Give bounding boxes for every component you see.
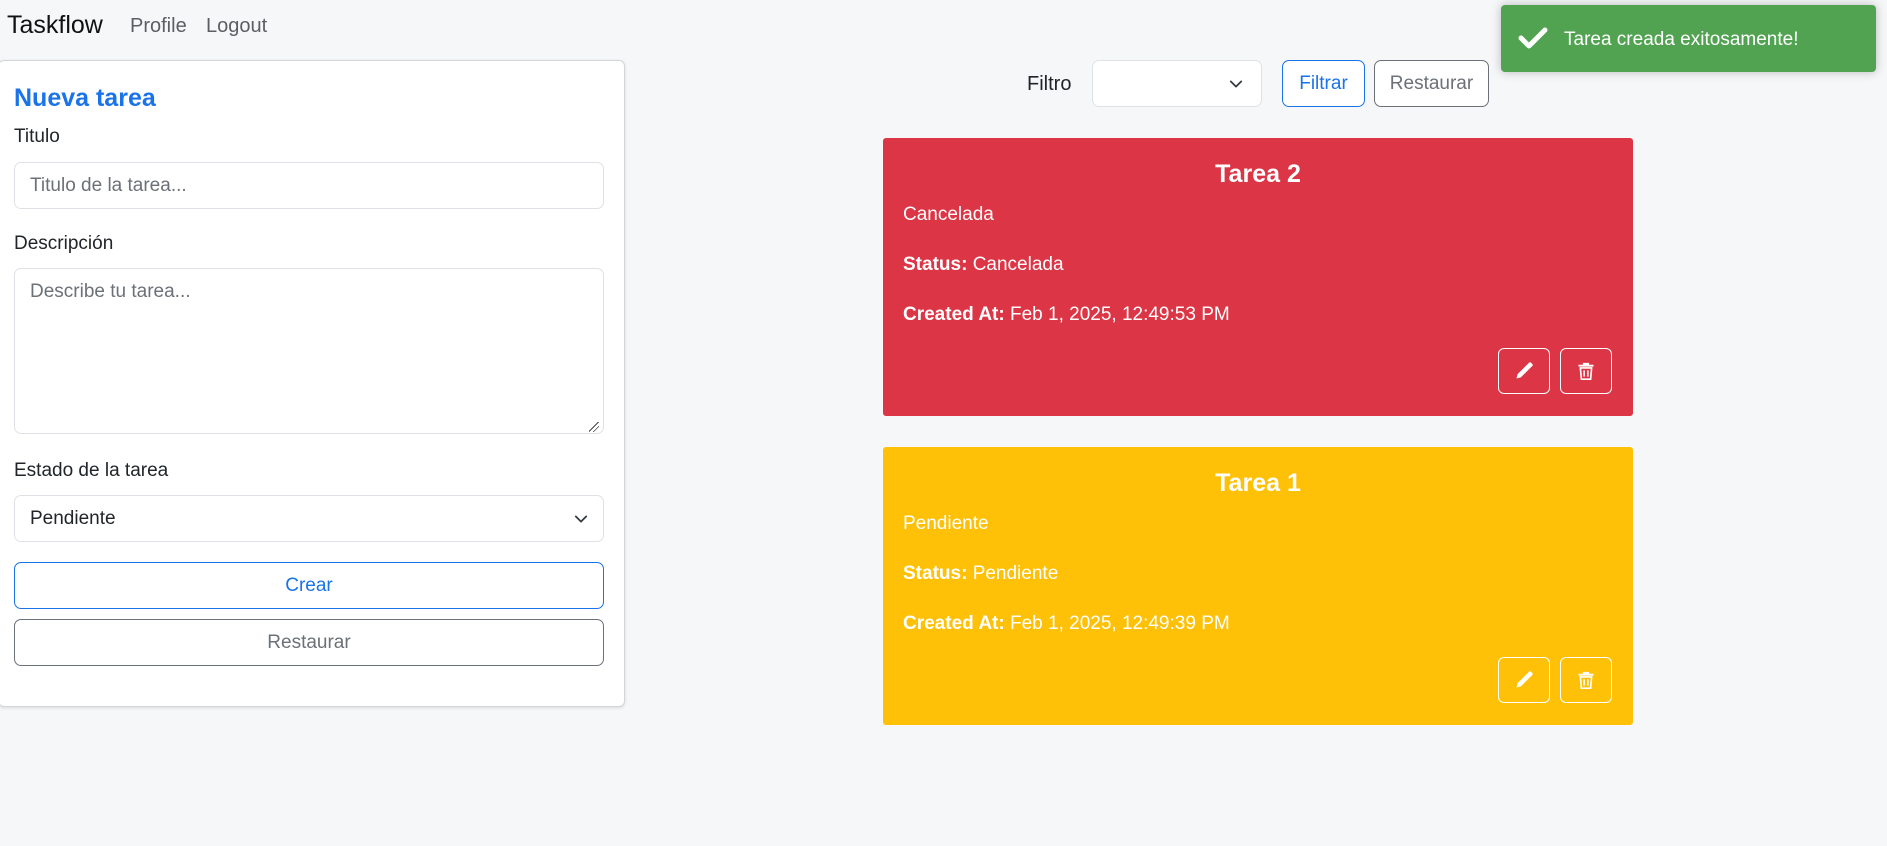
chevron-down-icon xyxy=(574,515,588,522)
nav-link-profile[interactable]: Profile xyxy=(130,15,187,38)
new-task-form-card: Nueva tarea Titulo Descripción Estado de… xyxy=(0,60,625,707)
state-select[interactable]: Pendiente xyxy=(14,495,604,542)
delete-task-button[interactable] xyxy=(1560,657,1612,703)
task-created-at: Created At: Feb 1, 2025, 12:49:53 PM xyxy=(903,304,1230,326)
task-description: Cancelada xyxy=(903,204,994,225)
task-description: Pendiente xyxy=(903,513,989,534)
pencil-icon xyxy=(1516,671,1533,688)
filter-select[interactable] xyxy=(1092,60,1262,107)
status-label: Status: xyxy=(903,563,968,584)
task-created-at: Created At: Feb 1, 2025, 12:49:39 PM xyxy=(903,613,1230,635)
task-card: Tarea 1 Pendiente Status: Pendiente Crea… xyxy=(883,447,1633,725)
pencil-icon xyxy=(1516,362,1533,379)
task-status: Status: Pendiente xyxy=(903,563,1058,585)
brand-logo[interactable]: Taskflow xyxy=(7,11,103,40)
state-field-label: Estado de la tarea xyxy=(14,460,169,481)
filter-button[interactable]: Filtrar xyxy=(1282,60,1365,107)
task-card: Tarea 2 Cancelada Status: Cancelada Crea… xyxy=(883,138,1633,416)
trash-icon xyxy=(1578,671,1594,689)
trash-icon xyxy=(1578,362,1594,380)
title-field-label: Titulo xyxy=(14,126,60,147)
created-at-label: Created At: xyxy=(903,613,1005,634)
task-status: Status: Cancelada xyxy=(903,254,1064,276)
description-textarea[interactable] xyxy=(14,268,604,434)
status-value: Pendiente xyxy=(972,563,1059,584)
nav-link-logout[interactable]: Logout xyxy=(206,15,267,38)
edit-task-button[interactable] xyxy=(1498,657,1550,703)
status-value: Cancelada xyxy=(972,254,1064,275)
chevron-down-icon xyxy=(1229,80,1243,87)
create-button[interactable]: Crear xyxy=(14,562,604,609)
filter-reset-button[interactable]: Restaurar xyxy=(1374,60,1489,107)
status-label: Status: xyxy=(903,254,968,275)
check-icon xyxy=(1518,27,1548,49)
form-reset-button[interactable]: Restaurar xyxy=(14,619,604,666)
state-select-value: Pendiente xyxy=(30,507,116,529)
created-at-label: Created At: xyxy=(903,304,1005,325)
title-input[interactable] xyxy=(14,162,604,209)
created-at-value: Feb 1, 2025, 12:49:39 PM xyxy=(1009,613,1230,634)
filter-label: Filtro xyxy=(1027,73,1072,95)
task-title: Tarea 2 xyxy=(1215,160,1301,188)
form-title: Nueva tarea xyxy=(14,84,156,112)
task-title: Tarea 1 xyxy=(1215,469,1301,497)
created-at-value: Feb 1, 2025, 12:49:53 PM xyxy=(1009,304,1230,325)
toast-message: Tarea creada exitosamente! xyxy=(1564,29,1799,50)
delete-task-button[interactable] xyxy=(1560,348,1612,394)
textarea-resize-handle[interactable] xyxy=(589,422,599,432)
edit-task-button[interactable] xyxy=(1498,348,1550,394)
description-field-label: Descripción xyxy=(14,233,114,254)
success-toast[interactable]: Tarea creada exitosamente! xyxy=(1501,5,1876,72)
